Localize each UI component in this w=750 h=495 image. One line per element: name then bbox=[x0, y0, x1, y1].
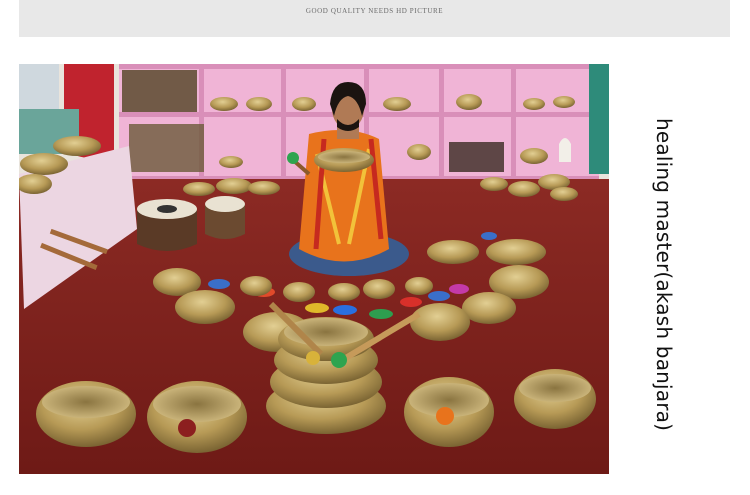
photo bbox=[19, 64, 609, 474]
side-caption: healing master(akash banjara) bbox=[652, 118, 676, 432]
banner-text: GOOD QUALITY NEEDS HD PICTURE bbox=[305, 7, 444, 15]
top-banner: GOOD QUALITY NEEDS HD PICTURE bbox=[19, 0, 730, 37]
singing-bowls-scene bbox=[19, 64, 609, 474]
